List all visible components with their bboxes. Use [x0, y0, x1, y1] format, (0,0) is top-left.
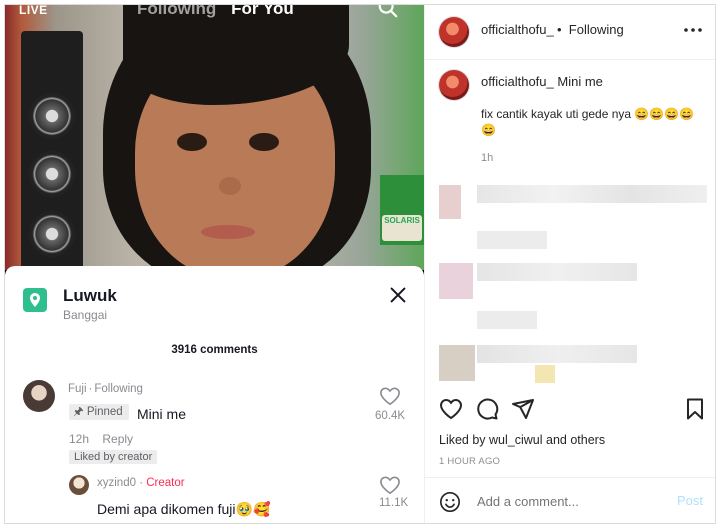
like-count: 60.4K	[375, 410, 406, 422]
heart-icon[interactable]	[379, 386, 401, 406]
comments-count: 3916 comments	[171, 344, 258, 356]
save-bookmark-icon[interactable]	[683, 397, 707, 421]
post-button[interactable]: Post	[677, 493, 703, 508]
location-pin-icon	[23, 288, 47, 312]
following-button[interactable]: • Following	[557, 22, 624, 37]
post-media[interactable]: SOLARIS LIVE Following For You Luwuk Ban…	[5, 5, 424, 523]
eye-right	[249, 133, 279, 151]
share-icon[interactable]	[511, 397, 535, 421]
comment-icon[interactable]	[475, 397, 499, 421]
post-header: officialthofu_ • Following	[425, 5, 715, 60]
caption-text: fix cantik kayak uti gede nya 😄😄😄😄😄	[481, 107, 695, 137]
location-title[interactable]: Luwuk	[63, 286, 117, 306]
tab-for-you[interactable]: For You	[231, 5, 294, 18]
header-username[interactable]: officialthofu_	[481, 22, 554, 37]
liked-by-creator-badge: Liked by creator	[69, 450, 158, 464]
following-label: Following	[94, 383, 143, 395]
comments-sheet: Luwuk Banggai 3916 comments Fuji · Followi…	[5, 266, 424, 523]
comment-meta: Fuji · Following	[68, 383, 143, 395]
reply-button[interactable]: Reply	[102, 432, 133, 446]
reply-username[interactable]: xyzind0	[97, 477, 136, 489]
close-icon[interactable]	[387, 284, 409, 306]
live-label[interactable]: LIVE	[19, 5, 48, 17]
reply-text: Demi apa dikomen fuji🥹🥰	[97, 501, 271, 517]
pinned-badge: 🖈 Pinned	[69, 404, 129, 420]
caption-header: officialthofu_ Mini me	[481, 74, 603, 89]
add-comment-input[interactable]	[475, 493, 659, 510]
avatar[interactable]	[23, 380, 55, 412]
post-sidebar: officialthofu_ • Following officialthofu…	[424, 5, 715, 523]
comment-text: Mini me	[137, 406, 187, 422]
add-comment-bar: Post	[425, 477, 715, 523]
reply-meta: xyzind0 · Creator	[97, 477, 185, 489]
emoji-icon[interactable]	[439, 491, 461, 513]
caption-avatar[interactable]	[439, 70, 469, 100]
speaker	[21, 31, 83, 270]
tiktok-topbar: LIVE Following For You	[5, 5, 424, 25]
comment-time: 12h	[69, 432, 90, 446]
tab-following[interactable]: Following	[137, 5, 216, 18]
creator-badge: Creator	[146, 477, 185, 489]
avatar[interactable]	[439, 17, 469, 47]
caption-title: Mini me	[557, 74, 603, 89]
post-time: 1 HOUR AGO	[439, 456, 501, 467]
heart-icon[interactable]	[379, 475, 401, 495]
search-icon[interactable]	[377, 5, 399, 19]
post-window: SOLARIS LIVE Following For You Luwuk Ban…	[4, 4, 716, 524]
caption-time: 1h	[481, 152, 494, 164]
eye-left	[177, 133, 207, 151]
video-frame: SOLARIS LIVE Following For You	[5, 5, 424, 270]
caption-username[interactable]: officialthofu_	[481, 74, 554, 89]
more-options-icon[interactable]	[683, 25, 703, 35]
comment-username[interactable]: Fuji	[68, 383, 87, 395]
liked-by-text[interactable]: Liked by wul_ciwul and others	[439, 433, 605, 447]
like-heart-icon[interactable]	[439, 397, 463, 421]
location-subtitle: Banggai	[63, 308, 108, 322]
solaris-sign: SOLARIS	[382, 215, 422, 241]
reply-like-count: 11.1K	[379, 497, 409, 509]
reply-avatar[interactable]	[69, 475, 89, 495]
pin-icon: 🖈	[73, 406, 84, 418]
